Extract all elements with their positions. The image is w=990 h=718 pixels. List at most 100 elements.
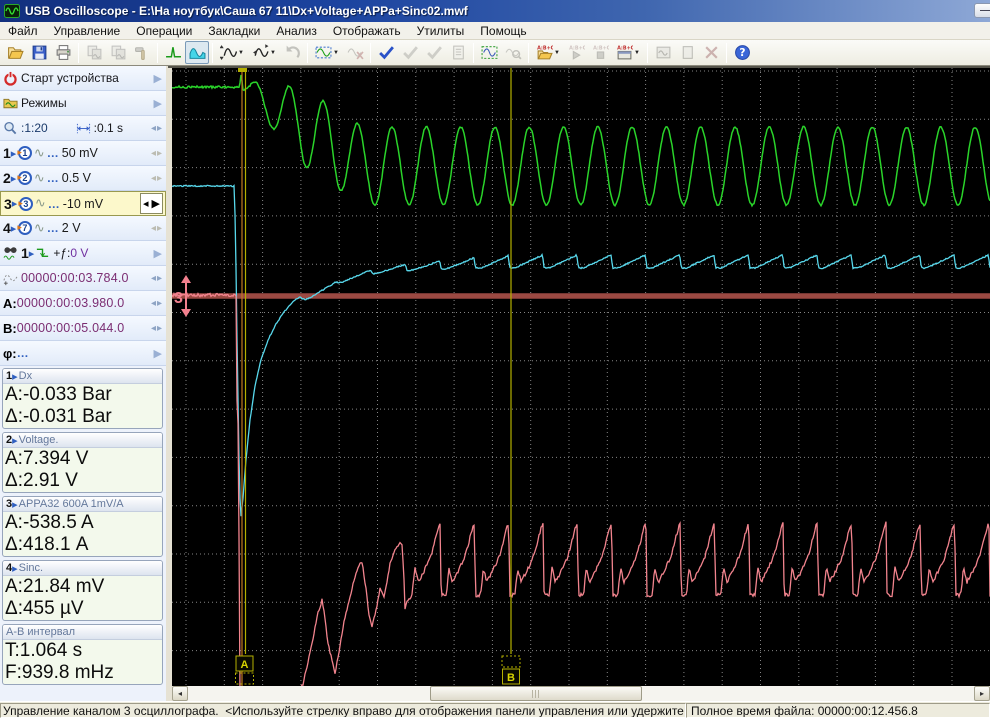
oscilloscope-plot[interactable]: A B 3 (172, 68, 990, 686)
scroll-left-button[interactable]: ◂ (172, 686, 188, 701)
menu-control[interactable]: Управление (46, 23, 129, 39)
cursor-time-row[interactable]: 00000:00:03.784.0 ◂▸ (0, 266, 166, 291)
channel-number: 3 (4, 195, 12, 212)
measure-a-value: A:21.84 mV (5, 576, 105, 597)
scroll-right-button[interactable]: ▸ (974, 686, 990, 701)
channel-number: 4 (3, 220, 11, 236)
print-button[interactable] (51, 41, 75, 64)
status-bar: Управление каналом 3 осциллографа. <Испо… (0, 701, 990, 718)
wave-select-button[interactable]: ▼ (311, 41, 343, 64)
marker-a-row[interactable]: A: 00000:00:03.980.0 ◂▸ (0, 291, 166, 316)
zoom-sweep-row[interactable]: :1:20 :0.1 s ◂▸ (0, 116, 166, 141)
open-file-button[interactable] (3, 41, 27, 64)
menu-bookmarks[interactable]: Закладки (200, 23, 268, 39)
channel-4-row[interactable]: 4 ▸ ▸ 7 ∿ … 2 V ◂▸ (0, 216, 166, 241)
apply-button[interactable] (374, 41, 398, 64)
svg-text:A:B+C: A:B+C (617, 45, 633, 51)
copy-signal-2-button (106, 41, 130, 64)
channel-3-spinner[interactable]: ◂ ▶ (140, 193, 163, 214)
menu-operations[interactable]: Операции (128, 23, 200, 39)
step-arrows-icon[interactable]: ◂▸ (151, 298, 163, 309)
trigger-source-number: 1 (21, 245, 29, 261)
measure-delta-value: Δ:2.91 V (5, 470, 78, 491)
phase-row[interactable]: φ: … ▶ (0, 341, 166, 366)
marker-b-label: B: (3, 320, 17, 336)
expand-arrow-icon[interactable]: ▶ (154, 72, 162, 85)
script-open-button[interactable]: A:B+C ▼ (532, 41, 564, 64)
scale-horizontal-button[interactable]: ▼ (248, 41, 280, 64)
sine-wave-icon: ∿ (33, 145, 45, 161)
spin-right-icon[interactable]: ▶ (152, 197, 160, 210)
step-arrows-icon[interactable]: ◂▸ (151, 323, 163, 334)
sine-wave-icon: ∿ (33, 220, 45, 236)
scale-vertical-button[interactable]: ▼ (216, 41, 248, 64)
panel-title: Voltage. (18, 434, 59, 446)
script-window-button[interactable]: A:B+C ▼ (612, 41, 644, 64)
toolbar-separator (370, 42, 371, 63)
app-icon (4, 4, 20, 18)
panel-title: APPA32 600A 1mV/A (18, 498, 124, 510)
help-button[interactable]: ? (730, 41, 754, 64)
script-run-button: A:B+C (564, 41, 588, 64)
step-arrows-icon[interactable]: ◂▸ (151, 273, 163, 284)
title-bar[interactable]: USB Oscilloscope - E:\На ноутбук\Саша 67… (0, 0, 990, 22)
marker-b-row[interactable]: B: 00000:00:05.044.0 ◂▸ (0, 316, 166, 341)
menu-bar: Файл Управление Операции Закладки Анализ… (0, 22, 990, 40)
tools-button (130, 41, 154, 64)
panel-appa: 3 ▸ APPA32 600A 1mV/A A:-538.5 A Δ:418.1 A (2, 496, 163, 557)
toolbar-separator (157, 42, 158, 63)
channel-1-row[interactable]: 1 ▸ ▸ 1 ∿ … 50 mV ◂▸ (0, 141, 166, 166)
trigger-edge-icon (37, 248, 49, 257)
spin-left-icon[interactable]: ◂ (143, 197, 149, 210)
start-device-row[interactable]: Старт устройства ▶ (0, 66, 166, 91)
wave-frame-button[interactable] (477, 41, 501, 64)
menu-file[interactable]: Файл (0, 23, 46, 39)
expand-arrow-icon[interactable]: ▶ (154, 247, 162, 260)
power-icon (4, 70, 17, 86)
measure-a-value: A:-0.033 Bar (5, 384, 112, 405)
menu-utilities[interactable]: Утилиты (409, 23, 473, 39)
plot-horizontal-scrollbar[interactable]: ◂ ▸ (172, 686, 990, 701)
menu-analysis[interactable]: Анализ (268, 23, 325, 39)
panel-arrow-icon: ▸ (12, 369, 18, 383)
marker-b-time: 00000:00:05.044.0 (16, 321, 125, 335)
panel-title: Sinc. (18, 562, 44, 574)
panel-arrow-icon: ▸ (12, 561, 18, 575)
zoom-value: :1:20 (21, 121, 48, 135)
step-arrows-icon[interactable]: ◂▸ (151, 148, 163, 159)
measure-a-value: A:-538.5 A (5, 512, 94, 533)
sine-wave-icon: ∿ (34, 196, 46, 211)
channel-3-row-selected[interactable]: 3 ▸ ▸ 3 ∿ … -10 mV ◂ ▶ (0, 191, 166, 216)
step-arrows-icon[interactable]: ◂▸ (151, 123, 163, 134)
channel-range-value: -10 mV (62, 196, 104, 211)
trigger-row[interactable]: 1 ▸ +ƒ: 0 V ▶ (0, 241, 166, 266)
step-arrows-icon[interactable]: ◂▸ (151, 223, 163, 234)
trigger-level-value: 0 V (70, 246, 89, 260)
toolbar: ▼ ▼ ▼ A:B+C ▼ A:B+C A:B+C A:B+C ▼? (0, 40, 990, 66)
modes-row[interactable]: Режимы ▶ (0, 91, 166, 116)
zoom-icon (4, 121, 17, 134)
menu-display[interactable]: Отображать (325, 23, 409, 39)
window-close-button (699, 41, 723, 64)
channel-range-value: 50 mV (61, 146, 98, 160)
save-button[interactable] (27, 41, 51, 64)
minimize-button[interactable]: — (974, 3, 990, 18)
channel-range-value: 2 V (61, 221, 81, 235)
channel-arrow-icon: ▸ (10, 146, 17, 160)
channel-number: 2 (3, 170, 11, 186)
window-wave-button (651, 41, 675, 64)
menu-help[interactable]: Помощь (472, 23, 534, 39)
panel-dx: 1 ▸ Dx A:-0.033 Bar Δ:-0.031 Bar (2, 368, 163, 429)
svg-text:A: A (241, 659, 249, 671)
channel-2-row[interactable]: 2 ▸ ▸ 2 ∿ … 0.5 V ◂▸ (0, 166, 166, 191)
panel-title: Dx (18, 370, 33, 382)
expand-arrow-icon[interactable]: ▶ (154, 347, 162, 360)
spike-mode-button[interactable] (161, 41, 185, 64)
svg-text:A:B+C: A:B+C (569, 45, 585, 51)
step-arrows-icon[interactable]: ◂▸ (151, 173, 163, 184)
scroll-thumb[interactable] (430, 686, 642, 701)
cursor-wave-icon (3, 274, 18, 285)
wave-edit-button[interactable] (185, 41, 209, 64)
expand-arrow-icon[interactable]: ▶ (154, 97, 162, 110)
undo-button (280, 41, 304, 64)
